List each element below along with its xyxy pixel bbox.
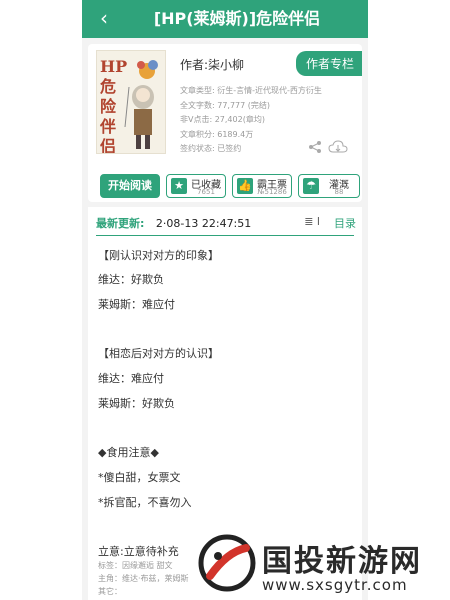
toc-icon[interactable]: ≣ l — [304, 215, 320, 228]
intro-line: 【刚认识对对方的印象】 — [98, 249, 219, 262]
meta-sign-status: 签约状态: 已签约 — [180, 144, 242, 153]
protagonist-line: 主角：维达·布兹，莱姆斯 — [98, 574, 189, 583]
author-column-button[interactable]: 作者专栏 — [295, 51, 362, 76]
watermark-name: 国投新游网 — [262, 544, 422, 579]
page-title: [HP(莱姆斯)]危险伴侣 — [153, 9, 321, 28]
divider — [96, 235, 354, 236]
thumbs-up-icon: 👍 — [237, 178, 253, 194]
water-count: 88 — [334, 188, 344, 196]
bawang-ticket-button[interactable]: 👍 霸王票 №51286 — [232, 174, 292, 198]
intro-line: 莱姆斯：难应付 — [98, 298, 175, 311]
author-name[interactable]: 作者:柒小柳 — [180, 56, 244, 73]
star-icon: ★ — [171, 178, 187, 194]
tag-line: 标签：因缘邂逅 甜文 — [98, 561, 173, 570]
back-chevron-icon[interactable]: ‹ — [100, 7, 108, 29]
collect-button[interactable]: ★ 已收藏 7651 — [166, 174, 226, 198]
water-button[interactable]: ☂ 灌溉 88 — [298, 174, 360, 198]
meta-clicks: 非V点击: 27,402(章均) — [180, 115, 265, 124]
toc-link[interactable]: 目录 — [334, 215, 356, 231]
bawang-count: №51286 — [257, 188, 287, 196]
share-icon[interactable] — [308, 140, 322, 158]
intro-line: 莱姆斯：好欺负 — [98, 397, 175, 410]
book-meta: 文章类型: 衍生-言情-近代现代-西方衍生 全文字数: 77,777 (完结) … — [180, 84, 322, 157]
intro-line: ◆食用注意◆ — [98, 446, 159, 459]
meta-word-count: 全文字数: 77,777 (完结) — [180, 100, 271, 110]
intro-line: 维达：好欺负 — [98, 273, 164, 286]
intro-line: *拆官配，不喜勿入 — [98, 496, 192, 509]
meta-type: 文章类型: 衍生-言情-近代现代-西方衍生 — [180, 86, 322, 95]
action-row: 开始阅读 ★ 已收藏 7651 👍 霸王票 №51286 ☂ 灌溉 88 — [94, 174, 364, 198]
start-reading-button[interactable]: 开始阅读 — [100, 174, 160, 198]
concept-line: 立意:立意待补充 — [98, 545, 179, 558]
app-frame: ‹ [HP(莱姆斯)]危险伴侣 HP危险伴侣 作者:柒小柳 作者专栏 文章类型:… — [82, 0, 368, 600]
collect-count: 7651 — [197, 188, 215, 196]
watermark-url: www.sxsgytr.com — [262, 576, 408, 594]
top-bar: ‹ [HP(莱姆斯)]危险伴侣 — [82, 0, 368, 38]
intro-line: 维达：难应付 — [98, 372, 164, 385]
watermark-logo — [198, 534, 256, 592]
intro-line: 【相恋后对对方的认识】 — [98, 347, 219, 360]
watermark: 国投新游网 www.sxsgytr.com — [196, 530, 446, 596]
cover-illustration — [124, 60, 158, 149]
book-info-card: HP危险伴侣 作者:柒小柳 作者专栏 文章类型: 衍生-言情-近代现代-西方衍生… — [88, 44, 362, 202]
update-time[interactable]: 2·08-13 22:47:51 — [156, 217, 251, 230]
intro-line: *傻白甜，女票文 — [98, 471, 181, 484]
meta-score: 文章积分: 6189.4万 — [180, 129, 254, 139]
book-cover[interactable]: HP危险伴侣 — [96, 50, 166, 154]
update-row: 最新更新: 2·08-13 22:47:51 ≣ l 目录 — [96, 215, 356, 233]
other-line: 其它： — [98, 587, 122, 596]
cloud-download-icon[interactable] — [328, 140, 348, 158]
watering-icon: ☂ — [303, 178, 319, 194]
update-label: 最新更新: — [96, 217, 145, 230]
